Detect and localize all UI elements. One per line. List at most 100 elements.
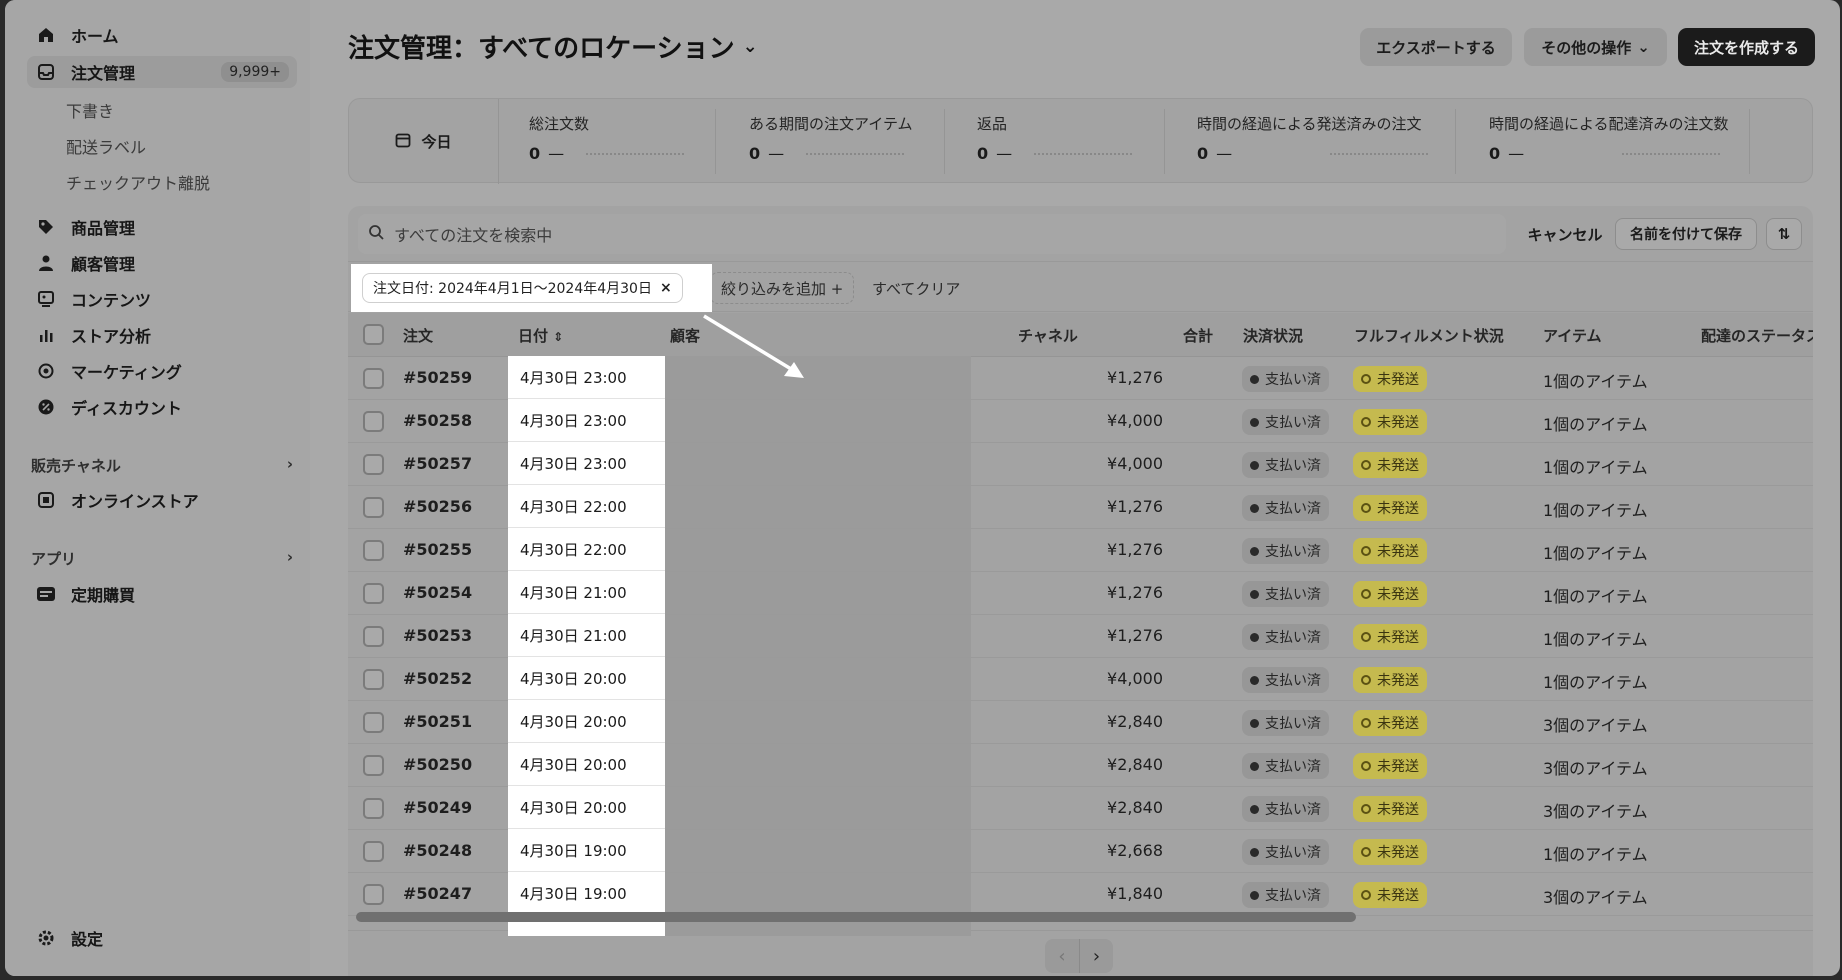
order-date: 4月30日 23:00	[508, 356, 665, 399]
column-fulfillment-status[interactable]: フルフィルメント状況	[1354, 325, 1504, 346]
close-icon[interactable]: ×	[660, 280, 672, 296]
metric-label: ある期間の注文アイテム	[749, 115, 913, 133]
order-number-link[interactable]: #50250	[403, 755, 472, 774]
sidebar-item-content[interactable]: コンテンツ	[27, 283, 297, 315]
order-number-link[interactable]: #50252	[403, 669, 472, 688]
order-number-link[interactable]: #50255	[403, 540, 472, 559]
dot-icon	[1250, 675, 1259, 685]
row-checkbox[interactable]	[363, 669, 384, 690]
apps-label: アプリ	[31, 550, 77, 568]
sparkline	[1622, 152, 1721, 155]
fulfillment-status-label: 未発送	[1377, 372, 1419, 388]
dot-icon	[1250, 632, 1259, 642]
create-order-button[interactable]: 注文を作成する	[1678, 28, 1815, 66]
row-checkbox[interactable]	[363, 497, 384, 518]
row-checkbox[interactable]	[363, 454, 384, 475]
export-button[interactable]: エクスポートする	[1360, 28, 1512, 66]
row-checkbox[interactable]	[363, 712, 384, 733]
order-number-link[interactable]: #50247	[403, 884, 472, 903]
order-number-link[interactable]: #50251	[403, 712, 472, 731]
metric-returns[interactable]: 返品 0 —	[977, 113, 1133, 163]
fulfillment-status-badge: 未発送	[1353, 667, 1427, 693]
column-payment-status[interactable]: 決済状況	[1243, 325, 1303, 346]
row-checkbox[interactable]	[363, 798, 384, 819]
column-date[interactable]: 日付 ⇕	[518, 325, 563, 346]
metric-delivered-orders[interactable]: 時間の経過による配達済みの注文数 0 —	[1489, 113, 1729, 163]
date-range-button[interactable]: 今日	[349, 99, 499, 184]
column-customer[interactable]: 顧客	[670, 325, 700, 346]
order-number-link[interactable]: #50248	[403, 841, 472, 860]
search-input[interactable]: すべての注文を検索中	[358, 214, 1506, 254]
date-filter-chip[interactable]: 注文日付: 2024年4月1日〜2024年4月30日 ×	[362, 273, 683, 303]
clear-all-link[interactable]: すべてクリア	[872, 278, 960, 299]
order-number-link[interactable]: #50254	[403, 583, 472, 602]
sidebar-subitem-drafts[interactable]: 下書き	[66, 98, 114, 122]
sidebar-item-customers[interactable]: 顧客管理	[27, 247, 297, 279]
fulfillment-status-badge: 未発送	[1353, 796, 1427, 822]
order-number-link[interactable]: #50258	[403, 411, 472, 430]
sidebar-subitem-shipping-labels[interactable]: 配送ラベル	[66, 134, 146, 158]
sidebar-item-settings[interactable]: 設定	[27, 922, 297, 954]
column-order[interactable]: 注文	[403, 325, 433, 346]
sort-button[interactable]: ⇅	[1766, 218, 1802, 250]
items-count: 1個のアイテム	[1543, 544, 1648, 563]
order-number-link[interactable]: #50253	[403, 626, 472, 645]
order-number-link[interactable]: #50259	[403, 368, 472, 387]
sidebar-item-label: 商品管理	[71, 219, 136, 238]
cancel-button[interactable]: キャンセル	[1520, 218, 1610, 250]
add-filter-button[interactable]: 絞り込みを追加 +	[710, 272, 855, 304]
column-items[interactable]: アイテム	[1543, 325, 1602, 346]
order-number-link[interactable]: #50256	[403, 497, 472, 516]
row-checkbox[interactable]	[363, 540, 384, 561]
fulfillment-status-badge: 未発送	[1353, 581, 1427, 607]
column-delivery-status[interactable]: 配達のステータス	[1701, 325, 1813, 346]
payment-status-label: 支払い済	[1265, 544, 1321, 560]
pagination: ‹ ›	[1045, 939, 1113, 973]
select-all-checkbox[interactable]	[363, 324, 384, 345]
row-checkbox[interactable]	[363, 368, 384, 389]
sidebar-subitem-abandoned-checkouts[interactable]: チェックアウト離脱	[66, 170, 210, 194]
next-page-button[interactable]: ›	[1079, 939, 1113, 973]
metric-shipped-orders[interactable]: 時間の経過による発送済みの注文 0 —	[1197, 113, 1429, 163]
row-checkbox[interactable]	[363, 841, 384, 862]
row-checkbox[interactable]	[363, 583, 384, 604]
sidebar-item-analytics[interactable]: ストア分析	[27, 319, 297, 351]
sidebar-item-subscription[interactable]: 定期購買	[27, 578, 297, 610]
sidebar-item-marketing[interactable]: マーケティング	[27, 355, 297, 387]
sidebar-item-label: オンラインストア	[71, 492, 199, 511]
sidebar-item-products[interactable]: 商品管理	[27, 211, 297, 243]
payment-status-label: 支払い済	[1265, 888, 1321, 904]
table-header: 注文 日付 ⇕ 顧客 チャネル 合計 決済状況 フルフィルメント状況 アイテム …	[348, 313, 1813, 357]
page-title[interactable]: 注文管理：すべてのロケーション ⌄	[348, 28, 758, 65]
sidebar-item-orders[interactable]: 注文管理 9,999+	[27, 56, 297, 88]
sparkline	[1034, 152, 1133, 155]
metric-label: 時間の経過による発送済みの注文	[1197, 115, 1422, 133]
sidebar-item-home[interactable]: ホーム	[27, 19, 297, 51]
previous-page-button[interactable]: ‹	[1045, 939, 1079, 973]
sidebar-item-online-store[interactable]: オンラインストア	[27, 484, 297, 516]
sidebar-item-label: 注文管理	[71, 64, 136, 83]
sidebar-item-discounts[interactable]: ディスカウント	[27, 391, 297, 423]
chevron-down-icon: ⌄	[742, 36, 758, 57]
column-channel[interactable]: チャネル	[1018, 325, 1078, 346]
horizontal-scrollbar[interactable]	[356, 912, 1356, 922]
metric-ordered-items[interactable]: ある期間の注文アイテム 0 —	[749, 113, 913, 163]
order-number-link[interactable]: #50257	[403, 454, 472, 473]
fulfillment-status-label: 未発送	[1377, 587, 1419, 603]
row-checkbox[interactable]	[363, 411, 384, 432]
fulfillment-status-badge: 未発送	[1353, 839, 1427, 865]
payment-status-label: 支払い済	[1265, 458, 1321, 474]
metric-total-orders[interactable]: 総注文数 0 —	[529, 113, 685, 163]
apps-heading[interactable]: アプリ ›	[31, 548, 293, 569]
row-checkbox[interactable]	[363, 755, 384, 776]
ring-icon	[1361, 632, 1371, 642]
payment-status-badge: 支払い済	[1242, 452, 1329, 478]
more-actions-button[interactable]: その他の操作 ⌄	[1524, 28, 1667, 66]
order-date: 4月30日 20:00	[508, 743, 665, 786]
row-checkbox[interactable]	[363, 884, 384, 905]
row-checkbox[interactable]	[363, 626, 384, 647]
order-number-link[interactable]: #50249	[403, 798, 472, 817]
save-as-button[interactable]: 名前を付けて保存	[1615, 218, 1757, 250]
sales-channels-heading[interactable]: 販売チャネル ›	[31, 455, 293, 476]
column-total[interactable]: 合計	[1183, 325, 1213, 346]
